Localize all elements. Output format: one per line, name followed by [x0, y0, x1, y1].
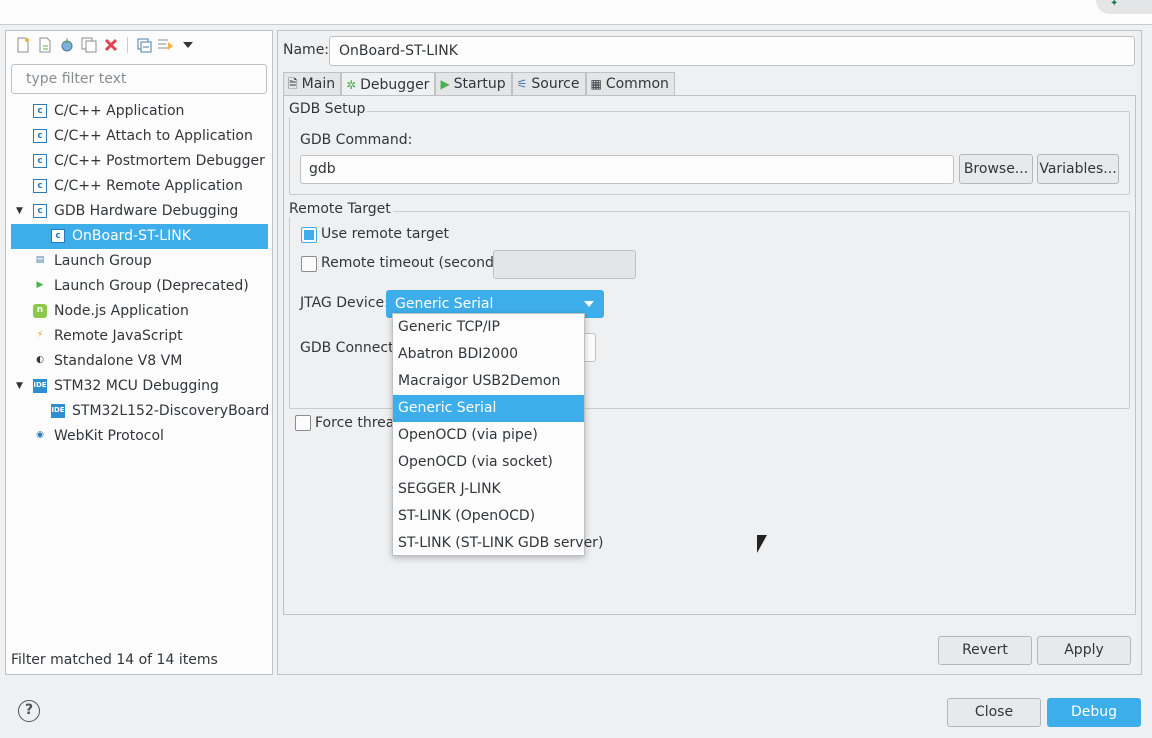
- launch-config-toolbar: [6, 31, 272, 59]
- name-label: Name:: [283, 42, 330, 58]
- debug-button[interactable]: Debug: [1047, 698, 1141, 727]
- remote-timeout-field: [493, 250, 636, 279]
- c-launch-icon: c: [33, 204, 47, 218]
- new-config-icon[interactable]: [14, 36, 32, 54]
- delete-config-icon[interactable]: [102, 36, 120, 54]
- filter-status: Filter matched 14 of 14 items: [11, 652, 218, 668]
- tree-item-gdb-hardware[interactable]: ▼ c GDB Hardware Debugging: [11, 199, 268, 224]
- c-launch-icon: c: [33, 129, 47, 143]
- tab-startup[interactable]: ▶ Startup: [435, 72, 512, 95]
- option-segger-jlink[interactable]: SEGGER J-LINK: [393, 476, 584, 503]
- c-launch-icon: c: [33, 179, 47, 193]
- remote-timeout-label: Remote timeout (seconds):: [321, 255, 512, 271]
- expand-chevron-down-icon[interactable]: ▼: [16, 199, 23, 224]
- c-launch-icon: c: [33, 154, 47, 168]
- tree-item-webkit-protocol[interactable]: ◉ WebKit Protocol: [11, 424, 268, 449]
- launch-config-tree: c C/C++ Application c C/C++ Attach to Ap…: [11, 99, 268, 449]
- export-config-icon[interactable]: [58, 36, 76, 54]
- tree-item-stm32-debugging[interactable]: ▼ IDE STM32 MCU Debugging: [11, 374, 268, 399]
- tab-common[interactable]: ▦ Common: [585, 72, 675, 95]
- apply-button[interactable]: Apply: [1037, 636, 1131, 665]
- tab-debugger[interactable]: ✲ Debugger: [341, 72, 436, 97]
- gdb-connection-label: GDB Connectio: [300, 340, 407, 356]
- close-button[interactable]: Close: [947, 698, 1041, 727]
- expand-chevron-down-icon[interactable]: ▼: [16, 374, 23, 399]
- webkit-icon: ◉: [36, 430, 44, 440]
- ide-icon: IDE: [33, 379, 47, 393]
- launch-config-list-panel: type filter text c C/C++ Application c C…: [5, 30, 273, 675]
- title-strip: [0, 0, 1152, 25]
- remote-target-title: Remote Target: [289, 201, 393, 217]
- source-lookup-icon: ⚟: [516, 77, 528, 91]
- duplicate-config-icon[interactable]: [80, 36, 98, 54]
- run-arrow-icon: ▶: [440, 77, 450, 91]
- view-menu-chevron-down-icon[interactable]: [179, 36, 197, 54]
- run-arrow-icon: ▶: [36, 280, 44, 290]
- tree-item-onboard-st-link[interactable]: c OnBoard-ST-LINK: [11, 224, 268, 249]
- v8-icon: ◐: [36, 355, 44, 365]
- tree-item-cpp-attach[interactable]: c C/C++ Attach to Application: [11, 124, 268, 149]
- filter-input[interactable]: type filter text: [11, 64, 267, 94]
- option-generic-serial[interactable]: Generic Serial: [393, 395, 584, 422]
- use-remote-target-label: Use remote target: [321, 226, 449, 242]
- tree-item-cpp-postmortem[interactable]: c C/C++ Postmortem Debugger: [11, 149, 268, 174]
- option-openocd-pipe[interactable]: OpenOCD (via pipe): [393, 422, 584, 449]
- tree-item-cpp-application[interactable]: c C/C++ Application: [11, 99, 268, 124]
- c-launch-icon: c: [51, 229, 65, 243]
- collapse-all-icon[interactable]: [135, 36, 153, 54]
- gdb-command-label: GDB Command:: [300, 132, 413, 148]
- tree-item-launch-group[interactable]: ▤ Launch Group: [11, 249, 268, 274]
- config-tabs: 🗎 Main ✲ Debugger ▶ Startup ⚟ Source ▦ C…: [283, 72, 675, 97]
- browse-button[interactable]: Browse...: [959, 154, 1033, 184]
- new-prototype-icon[interactable]: [36, 36, 54, 54]
- mouse-cursor-icon: [757, 535, 767, 553]
- toolbar-separator: [127, 37, 128, 53]
- common-settings-icon: ▦: [590, 77, 602, 91]
- option-openocd-socket[interactable]: OpenOCD (via socket): [393, 449, 584, 476]
- remote-js-icon: ⚡: [36, 330, 44, 340]
- filter-config-icon[interactable]: [157, 36, 175, 54]
- c-launch-icon: c: [33, 104, 47, 118]
- option-abatron-bdi2000[interactable]: Abatron BDI2000: [393, 341, 584, 368]
- tree-item-nodejs[interactable]: n Node.js Application: [11, 299, 268, 324]
- tree-item-standalone-v8[interactable]: ◐ Standalone V8 VM: [11, 349, 268, 374]
- variables-button[interactable]: Variables...: [1037, 154, 1119, 184]
- gdb-command-field[interactable]: gdb: [300, 155, 954, 184]
- help-icon[interactable]: ?: [18, 700, 40, 722]
- gdb-setup-title: GDB Setup: [289, 101, 368, 117]
- option-macraigor-usb2demon[interactable]: Macraigor USB2Demon: [393, 368, 584, 395]
- launch-group-icon: ▤: [35, 255, 45, 265]
- remote-timeout-checkbox[interactable]: [301, 256, 317, 272]
- option-stlink-gdb-server[interactable]: ST-LINK (ST-LINK GDB server): [393, 530, 603, 557]
- use-remote-target-checkbox[interactable]: [301, 227, 317, 243]
- tab-source[interactable]: ⚟ Source: [511, 72, 586, 95]
- document-icon: 🗎: [288, 77, 298, 91]
- tree-item-launch-group-deprecated[interactable]: ▶ Launch Group (Deprecated): [11, 274, 268, 299]
- force-thread-label: Force threa: [315, 415, 395, 431]
- jtag-device-label: JTAG Device:: [300, 295, 389, 311]
- jtag-device-dropdown-list: Generic TCP/IP Abatron BDI2000 Macraigor…: [392, 313, 603, 557]
- bug-icon: ✲: [346, 78, 357, 92]
- app-logo-icon: ✦: [1096, 0, 1152, 14]
- chevron-down-icon: [584, 301, 594, 307]
- revert-button[interactable]: Revert: [938, 636, 1032, 665]
- tree-item-stm32l152-project[interactable]: IDE STM32L152-DiscoveryBoard_FirstProjec…: [11, 399, 268, 424]
- nodejs-icon: n: [33, 304, 47, 318]
- option-generic-tcp-ip[interactable]: Generic TCP/IP: [393, 314, 584, 341]
- force-thread-checkbox[interactable]: [295, 415, 311, 431]
- option-stlink-openocd[interactable]: ST-LINK (OpenOCD): [393, 503, 584, 530]
- tree-item-remote-javascript[interactable]: ⚡ Remote JavaScript: [11, 324, 268, 349]
- tab-main[interactable]: 🗎 Main: [283, 72, 342, 95]
- tree-item-cpp-remote[interactable]: c C/C++ Remote Application: [11, 174, 268, 199]
- ide-icon: IDE: [51, 404, 65, 418]
- name-field[interactable]: OnBoard-ST-LINK: [329, 36, 1135, 66]
